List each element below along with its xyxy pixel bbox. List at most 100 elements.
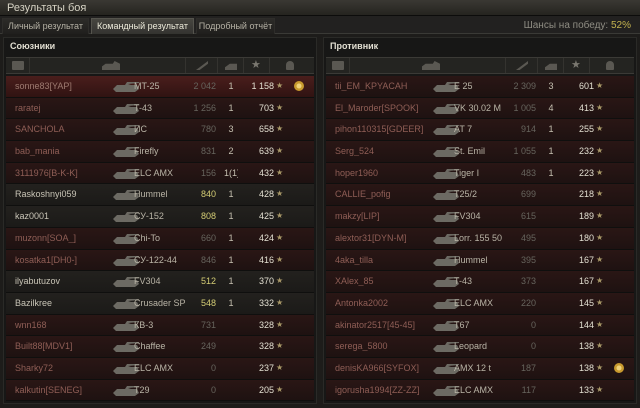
- player-name: serega_5800: [335, 341, 388, 352]
- player-row[interactable]: pihon110315[GDEER] AT 7 914 1 255 ★: [326, 119, 634, 142]
- allies-title: Союзники: [10, 41, 56, 51]
- battle-results-window: Результаты боя Личный результат Командны…: [0, 0, 640, 408]
- xp-star-icon: ★: [596, 362, 604, 372]
- tab-personal-result[interactable]: Личный результат: [2, 18, 89, 34]
- sort-by-kills-button[interactable]: [218, 58, 244, 73]
- player-row[interactable]: Built88[MDV1] Chaffee 249 328 ★: [6, 336, 314, 358]
- player-row[interactable]: igorusha1994[ZZ-ZZ] ELC AMX 117 133 ★: [326, 379, 634, 402]
- xp-value: 189: [578, 211, 594, 222]
- player-row[interactable]: akinator2517[45-45] T67 0 144 ★: [326, 314, 634, 337]
- sort-by-player-button[interactable]: [590, 58, 634, 73]
- player-row[interactable]: kaz0001 СУ-152 808 1 425 ★: [6, 206, 314, 228]
- damage-value: 220: [520, 297, 536, 308]
- win-chance-value: 52%: [610, 20, 631, 31]
- player-row[interactable]: 4aka_tilla Hummel 395 167 ★: [326, 249, 634, 272]
- xp-star-icon: ★: [596, 232, 604, 242]
- player-row[interactable]: Sharky72 ELC AMX 0 237 ★: [6, 357, 314, 380]
- xp-star-icon: ★: [276, 276, 284, 286]
- enemies-panel: Противник ★ tii_EM_KPYACAH E 25 2 309 3 601 ★…: [323, 37, 637, 404]
- sort-by-xp-button[interactable]: ★: [564, 58, 590, 73]
- damage-value: 548: [200, 297, 216, 308]
- tank-name: ИС: [134, 124, 147, 135]
- kills-value: 1: [548, 146, 554, 157]
- sort-by-tank-button[interactable]: [350, 58, 506, 73]
- xp-star-icon: ★: [276, 297, 284, 307]
- kills-value: 1: [228, 211, 234, 222]
- tank-name: Chaffee: [134, 341, 166, 352]
- xp-star-icon: ★: [276, 384, 284, 394]
- xp-value: 332: [258, 297, 274, 308]
- damage-icon: [196, 61, 208, 70]
- tank-icon: [422, 61, 440, 70]
- xp-star-icon: ★: [571, 59, 581, 71]
- player-name: CALLIE_pofig: [335, 189, 391, 200]
- tank-name: VK 30.02 M: [454, 102, 502, 113]
- kills-value: 1: [228, 81, 234, 91]
- tank-name: St. Emil: [454, 146, 486, 157]
- tab-team-result[interactable]: Командный результат: [91, 18, 194, 34]
- player-row[interactable]: wnn168 КВ-3 731 328 ★: [6, 314, 314, 337]
- tank-name: AT 7: [454, 124, 473, 135]
- xp-star-icon: ★: [596, 124, 604, 134]
- player-row[interactable]: ilyabutuzov FV304 512 1 370 ★: [6, 271, 314, 293]
- damage-value: 2 309: [513, 81, 536, 91]
- kills-value: 1(1): [224, 167, 238, 178]
- tank-name: AMX 12 t: [454, 362, 492, 373]
- player-row[interactable]: kalkutin[SENEG] T29 0 205 ★: [6, 379, 314, 402]
- player-row[interactable]: makzy[LIP] FV304 615 189 ★: [326, 206, 634, 228]
- allies-panel: Союзники ★ sonne83[YAP] MT-25 2 042 1 1 158 ★…: [3, 37, 317, 404]
- player-row[interactable]: CALLIE_pofig T25/2 699 218 ★: [326, 184, 634, 207]
- player-row[interactable]: denisKA966[SYFOX] AMX 12 t 187 138 ★: [326, 357, 634, 380]
- player-row[interactable]: alextor31[DYN-M] Lorr. 155 50 495 180 ★: [326, 227, 634, 250]
- sort-by-xp-button[interactable]: ★: [244, 58, 270, 73]
- player-name: alextor31[DYN-M]: [335, 232, 407, 243]
- player-name: muzonn[SOA_]: [15, 232, 77, 243]
- tank-name: СУ-152: [134, 211, 164, 222]
- tab-detailed-report[interactable]: Подробный отчёт: [196, 18, 275, 34]
- player-row[interactable]: sonne83[YAP] MT-25 2 042 1 1 158 ★: [6, 76, 314, 98]
- damage-value: 495: [520, 232, 536, 243]
- player-row[interactable]: El_Maroder[SPOOK] VK 30.02 M 1 005 4 413 ★: [326, 97, 634, 120]
- damage-value: 808: [200, 211, 216, 222]
- player-row[interactable]: XAlex_85 T-43 373 167 ★: [326, 271, 634, 293]
- sort-by-squad[interactable]: [6, 58, 30, 73]
- player-row[interactable]: tii_EM_KPYACAH E 25 2 309 3 601 ★: [326, 76, 634, 98]
- player-name: Built88[MDV1]: [15, 341, 73, 352]
- xp-star-icon: ★: [596, 102, 604, 112]
- tank-name: СУ-122-44: [134, 254, 177, 265]
- player-name: kaz0001: [15, 211, 50, 222]
- player-name: 4aka_tilla: [335, 254, 374, 265]
- player-row[interactable]: hoper1960 Tiger I 483 1 223 ★: [326, 162, 634, 185]
- tank-name: Crusader SP: [134, 297, 186, 308]
- player-name: Raskoshnyi059: [15, 189, 77, 200]
- xp-star-icon: ★: [596, 167, 604, 177]
- damage-value: 483: [520, 167, 536, 178]
- player-row[interactable]: SANCHOLA ИС 780 3 658 ★: [6, 119, 314, 142]
- tank-name: MT-25: [134, 81, 160, 91]
- player-row[interactable]: Raskoshnyi059 Hummel 840 1 428 ★: [6, 184, 314, 207]
- kills-value: 3: [548, 81, 554, 91]
- player-row[interactable]: kosatka1[DH0-] СУ-122-44 846 1 416 ★: [6, 249, 314, 272]
- xp-star-icon: ★: [596, 384, 604, 394]
- player-row[interactable]: muzonn[SOA_] Chi-To 660 1 424 ★: [6, 227, 314, 250]
- player-row[interactable]: Serg_524 St. Emil 1 055 1 232 ★: [326, 141, 634, 163]
- sort-by-damage-button[interactable]: [186, 58, 218, 73]
- win-chance: Шансы на победу: 52%: [524, 20, 631, 31]
- damage-value: 1 256: [193, 102, 216, 113]
- player-row[interactable]: serega_5800 Leopard 0 138 ★: [326, 336, 634, 358]
- xp-star-icon: ★: [276, 362, 284, 372]
- damage-value: 2 042: [193, 81, 216, 91]
- tank-name: ELC AMX: [454, 384, 494, 395]
- sort-by-player-button[interactable]: [270, 58, 314, 73]
- player-row[interactable]: raratej T-43 1 256 1 703 ★: [6, 97, 314, 120]
- allies-list: sonne83[YAP] MT-25 2 042 1 1 158 ★ raratej T-43…: [6, 76, 314, 402]
- sort-by-kills-button[interactable]: [538, 58, 564, 73]
- player-row[interactable]: Bazilkree Crusader SP 548 1 332 ★: [6, 292, 314, 315]
- damage-value: 1 055: [513, 146, 536, 157]
- sort-by-squad[interactable]: [326, 58, 350, 73]
- sort-by-damage-button[interactable]: [506, 58, 538, 73]
- sort-by-tank-button[interactable]: [30, 58, 186, 73]
- player-row[interactable]: Antonka2002 ELC AMX 220 145 ★: [326, 292, 634, 315]
- player-row[interactable]: 3111976[B-K-K] ELC AMX 156 1(1) 432★: [6, 162, 314, 185]
- player-row[interactable]: bab_mania Firefly 831 2 639 ★: [6, 141, 314, 163]
